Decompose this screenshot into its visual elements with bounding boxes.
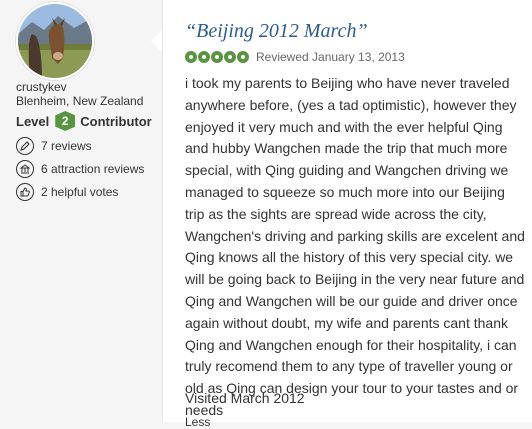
review-body: i took my parents to Beijing who have ne… (185, 75, 525, 418)
reviewer-location: Blenheim, New Zealand (16, 94, 144, 108)
reviewer-panel: crustykev Blenheim, New Zealand Level 2 … (0, 0, 160, 422)
level-prefix: Level (16, 113, 50, 129)
rating-bubbles (185, 51, 250, 63)
reviewer-username[interactable]: crustykev (16, 80, 67, 94)
pen-icon (16, 137, 34, 155)
contributor-level: Level 2 Contributor (16, 110, 152, 132)
rating-bubble (185, 51, 197, 63)
level-badge: 2 (55, 111, 76, 131)
reviews-count: 7 reviews (16, 135, 92, 157)
thumbs-up-icon (16, 183, 34, 201)
rating-bubble (211, 51, 223, 63)
attraction-reviews-label: 6 attraction reviews (41, 162, 145, 176)
rating-bubble (224, 51, 236, 63)
rating-bubble (237, 51, 249, 63)
visited-date: Visited March 2012 (185, 390, 305, 406)
helpful-votes-label: 2 helpful votes (41, 185, 119, 199)
helpful-votes-count: 2 helpful votes (16, 181, 118, 203)
reviewed-date: Reviewed January 13, 2013 (256, 50, 405, 64)
avatar-photo (18, 4, 92, 78)
rating-bubble (198, 51, 210, 63)
review-title[interactable]: “Beijing 2012 March” (185, 20, 368, 43)
review-pointer (151, 30, 162, 52)
review-card: “Beijing 2012 March” Reviewed January 13… (162, 0, 532, 429)
attraction-reviews-count: 6 attraction reviews (16, 158, 144, 180)
reviews-count-label: 7 reviews (41, 139, 92, 153)
level-suffix: Contributor (80, 113, 152, 129)
landmark-icon (16, 160, 34, 178)
avatar[interactable] (16, 2, 94, 80)
rating-row: Reviewed January 13, 2013 (185, 50, 405, 64)
less-link[interactable]: Less (185, 415, 210, 429)
